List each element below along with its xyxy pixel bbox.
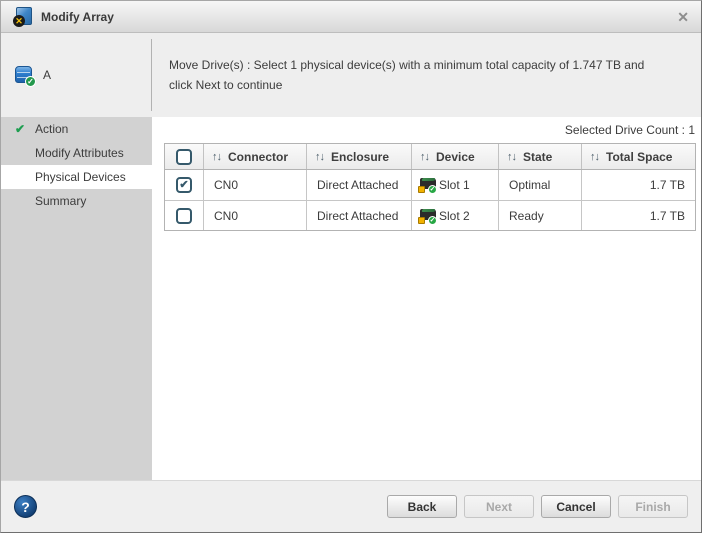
step-completed-check-icon: ✔: [15, 122, 26, 136]
selected-drive-count: Selected Drive Count : 1: [564, 123, 695, 137]
step-action[interactable]: ✔ Action: [1, 117, 152, 141]
help-icon[interactable]: ?: [14, 495, 37, 518]
panel-divider: [151, 39, 152, 111]
dialog-content: ✓ A ✔ Action Modify Attributes Physical …: [1, 33, 701, 480]
physical-drive-icon: ✓: [418, 177, 437, 194]
cell-state: Optimal: [498, 170, 581, 200]
title-bar: ✕ Modify Array ✕: [1, 1, 701, 33]
sort-icon[interactable]: ↑↓: [315, 151, 325, 163]
cell-connector: CN0: [203, 170, 306, 200]
wizard-buttons: Back Next Cancel Finish: [387, 495, 688, 518]
disk-array-icon: ✓: [15, 65, 36, 87]
sort-icon[interactable]: ↑↓: [590, 151, 600, 163]
column-label: Device: [436, 149, 475, 164]
cell-total-space: 1.7 TB: [581, 201, 695, 230]
dialog-footer: ? Back Next Cancel Finish: [1, 480, 701, 532]
table-row: CN0 Direct Attached ✓ Slot 2 Ready 1.7 T…: [165, 200, 695, 230]
wizard-steps: ✔ Action Modify Attributes Physical Devi…: [1, 117, 152, 480]
device-label: Slot 1: [439, 178, 470, 192]
lock-badge-icon: [418, 186, 425, 193]
step-label: Action: [35, 122, 69, 136]
column-header-enclosure[interactable]: ↑↓ Enclosure: [306, 144, 411, 169]
array-summary-panel: ✓ A: [1, 33, 152, 117]
modify-array-icon: ✕: [13, 6, 33, 27]
cell-connector: CN0: [203, 201, 306, 230]
wizard-sidebar: ✓ A ✔ Action Modify Attributes Physical …: [1, 33, 152, 480]
step-physical-devices[interactable]: Physical Devices: [1, 165, 152, 189]
column-header-device[interactable]: ↑↓ Device: [411, 144, 498, 169]
physical-devices-table: ↑↓ Connector ↑↓ Enclosure ↑↓ Device ↑↓ S…: [164, 143, 696, 231]
array-ok-badge-icon: ✓: [25, 75, 36, 87]
modify-badge-icon: ✕: [13, 14, 25, 27]
row-checkbox-unchecked[interactable]: [176, 207, 192, 224]
column-label: Total Space: [606, 149, 673, 164]
column-header-total-space[interactable]: ↑↓ Total Space: [581, 144, 695, 169]
step-modify-attributes[interactable]: Modify Attributes: [1, 141, 152, 165]
table-header-row: ↑↓ Connector ↑↓ Enclosure ↑↓ Device ↑↓ S…: [165, 144, 695, 170]
next-button: Next: [464, 495, 534, 518]
column-header-connector[interactable]: ↑↓ Connector: [203, 144, 306, 169]
column-label: State: [523, 149, 553, 164]
cell-state: Ready: [498, 201, 581, 230]
sort-icon[interactable]: ↑↓: [507, 151, 517, 163]
cell-total-space: 1.7 TB: [581, 170, 695, 200]
device-label: Slot 2: [439, 208, 470, 223]
table-row: ✔ CN0 Direct Attached ✓ Slot 1 Optimal 1…: [165, 170, 695, 200]
array-label: A: [43, 68, 52, 82]
back-button[interactable]: Back: [387, 495, 457, 518]
row-checkbox-cell: ✔: [165, 170, 203, 200]
column-label: Connector: [228, 149, 288, 164]
cell-device: ✓ Slot 1: [411, 170, 498, 200]
header-checkbox-cell: [165, 144, 203, 169]
drive-ok-badge-icon: ✓: [428, 185, 437, 194]
modify-array-dialog: ✕ Modify Array ✕ ✓ A ✔ Action Modify Att…: [0, 0, 702, 533]
sort-icon[interactable]: ↑↓: [212, 151, 222, 163]
finish-button: Finish: [618, 495, 688, 518]
instruction-text: Move Drive(s) : Select 1 physical device…: [152, 33, 701, 117]
cell-enclosure: Direct Attached: [306, 170, 411, 200]
dialog-title: Modify Array: [41, 9, 114, 24]
cancel-button[interactable]: Cancel: [541, 495, 611, 518]
main-panel: Move Drive(s) : Select 1 physical device…: [152, 33, 701, 480]
step-label: Summary: [35, 194, 87, 208]
step-label: Physical Devices: [35, 170, 126, 184]
sort-icon[interactable]: ↑↓: [420, 151, 430, 163]
physical-drive-icon: ✓: [418, 208, 437, 225]
lock-badge-icon: [418, 216, 425, 224]
row-checkbox-checked[interactable]: ✔: [176, 177, 192, 193]
row-checkbox-cell: [165, 201, 203, 230]
step-label: Modify Attributes: [35, 146, 124, 160]
column-header-state[interactable]: ↑↓ State: [498, 144, 581, 169]
step-summary[interactable]: Summary: [1, 189, 152, 213]
column-label: Enclosure: [331, 149, 390, 164]
drive-ok-badge-icon: ✓: [428, 215, 437, 225]
cell-enclosure: Direct Attached: [306, 201, 411, 230]
close-icon[interactable]: ✕: [677, 10, 689, 24]
cell-device: ✓ Slot 2: [411, 201, 498, 230]
select-all-checkbox[interactable]: [176, 148, 192, 165]
